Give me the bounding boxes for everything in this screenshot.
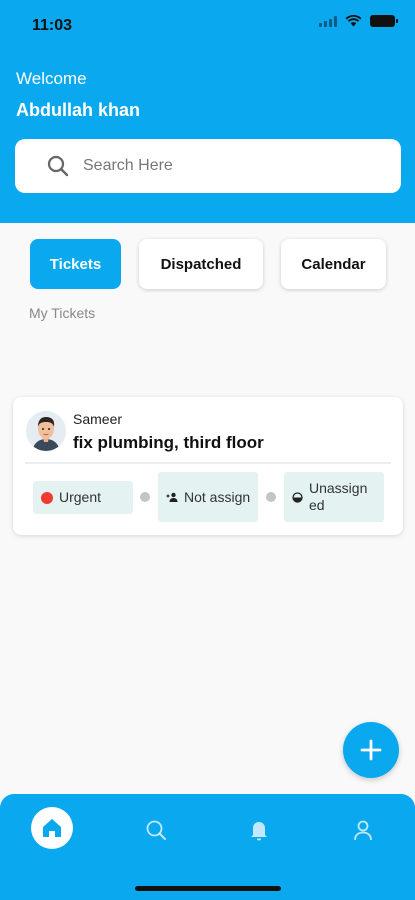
ticket-tabs: Tickets Dispatched Calendar (30, 239, 386, 289)
ticket-title: fix plumbing, third floor (73, 433, 264, 452)
battery-icon (370, 15, 398, 27)
status-bar: 11:03 (0, 0, 415, 50)
section-label-my-tickets: My Tickets (29, 305, 96, 321)
separator-dot (266, 492, 276, 502)
assignment-chip: Not assign (158, 472, 258, 522)
search-icon (47, 155, 69, 177)
priority-label: Urgent (59, 489, 102, 505)
status-time: 11:03 (32, 17, 73, 34)
nav-search[interactable] (134, 808, 178, 852)
user-icon (354, 820, 372, 841)
search-input[interactable] (83, 157, 363, 175)
bell-icon (251, 822, 267, 841)
bottom-navigation (0, 794, 415, 900)
add-ticket-button[interactable] (343, 722, 399, 778)
status-half-icon (292, 491, 303, 503)
welcome-text: Welcome (16, 69, 87, 88)
tab-calendar[interactable]: Calendar (281, 239, 386, 289)
assignment-label: Not assign (184, 488, 251, 505)
nav-home[interactable] (31, 807, 73, 849)
status-chip: Unassign ed (284, 472, 384, 522)
nav-profile[interactable] (341, 808, 385, 852)
avatar (26, 411, 66, 451)
priority-chip: Urgent (33, 481, 133, 514)
card-divider (25, 462, 391, 464)
ticket-card[interactable]: Sameer fix plumbing, third floor Urgent … (13, 397, 403, 535)
cellular-signal-icon (319, 15, 337, 27)
urgent-dot-icon (41, 491, 53, 504)
tab-dispatched[interactable]: Dispatched (139, 239, 263, 289)
status-label: Unassign ed (309, 480, 368, 513)
ticket-requester: Sameer (73, 411, 123, 427)
tab-tickets[interactable]: Tickets (30, 239, 121, 289)
home-icon (43, 819, 61, 837)
search-icon (146, 820, 166, 840)
separator-dot (140, 492, 150, 502)
nav-notifications[interactable] (237, 808, 281, 852)
user-name: Abdullah khan (16, 100, 141, 120)
plus-icon (360, 739, 382, 761)
add-person-icon (166, 492, 178, 502)
search-bar[interactable] (15, 139, 401, 193)
wifi-icon (345, 15, 362, 27)
home-indicator (135, 886, 281, 891)
status-icons (319, 15, 398, 27)
app-header: 11:03 Welcome Abdullah khan (0, 0, 415, 223)
